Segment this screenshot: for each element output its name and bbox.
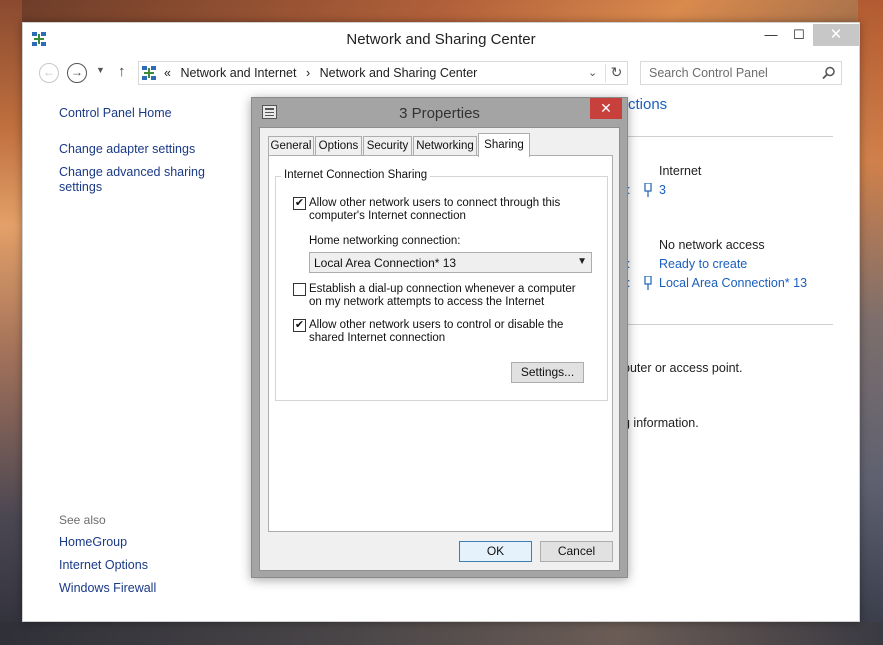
breadcrumb-network-sharing-center[interactable]: Network and Sharing Center [320,66,478,80]
search-icon[interactable] [822,66,836,80]
see-also-internet-options[interactable]: Internet Options [59,558,148,573]
allow-connect-checkbox[interactable]: ✔ [293,197,306,210]
active-networks-heading: ctions [628,96,668,113]
back-button[interactable]: ← [39,63,59,83]
refresh-button[interactable]: ↻ [605,64,627,82]
home-network-value: Local Area Connection* 13 [314,256,457,270]
arrow-up-icon: ↑ [118,63,126,80]
homegroup-ready-link[interactable]: Ready to create [659,257,747,271]
setup-connection-description: puter or access point. [623,361,743,375]
divider [628,324,833,325]
allow-control-label: Allow other network users to control or … [309,319,564,344]
see-also-windows-firewall[interactable]: Windows Firewall [59,581,156,596]
address-history-dropdown[interactable]: ⌄ [588,66,597,79]
see-also-heading: See also [59,513,106,527]
address-bar[interactable]: « Network and Internet › Network and Sha… [138,61,628,85]
window-title: Network and Sharing Center [346,31,536,48]
sidebar-item-change-advanced-sharing[interactable]: Change advanced sharing settings [59,165,209,195]
home-network-label: Home networking connection: [309,235,461,247]
tab-options[interactable]: Options [315,136,362,156]
allow-control-checkbox[interactable]: ✔ [293,319,306,332]
desktop-wallpaper-bottom [0,622,883,645]
group-title: Internet Connection Sharing [281,169,431,181]
network1-connection-link[interactable]: 3 [659,183,666,197]
close-icon: ✕ [600,100,612,116]
dialog-title: 3 Properties [399,105,480,122]
home-network-select[interactable]: Local Area Connection* 13 ▼ [309,252,592,273]
maximize-button[interactable]: ☐ [785,24,813,46]
desktop-wallpaper-left [0,0,22,645]
recent-locations-button[interactable]: ▼ [96,65,105,75]
search-box [640,61,842,85]
breadcrumb-arrow-icon[interactable]: › [306,66,310,80]
desktop-wallpaper-right [858,0,883,645]
network1-access-type: Internet [659,164,702,178]
ok-button[interactable]: OK [459,541,532,562]
divider [628,136,833,137]
dialup-checkbox[interactable] [293,283,306,296]
arrow-right-icon: → [71,65,83,79]
close-button[interactable]: ✕ [813,24,859,46]
breadcrumb-network-and-internet[interactable]: Network and Internet [180,66,296,80]
network-icon [142,66,156,80]
tab-networking[interactable]: Networking [413,136,477,156]
search-input[interactable] [641,62,816,84]
chevron-down-icon: ⌄ [588,67,598,79]
tab-security[interactable]: Security [363,136,412,156]
internet-connection-sharing-group: Internet Connection Sharing ✔ Allow othe… [275,169,608,401]
ethernet-icon [644,183,652,197]
breadcrumb: « Network and Internet › Network and Sha… [164,66,483,80]
dialog-body: General Options Security Networking Shar… [259,127,620,571]
troubleshoot-description: g information. [623,416,699,430]
see-also-homegroup[interactable]: HomeGroup [59,535,127,550]
dialog-close-button[interactable]: ✕ [590,98,622,119]
chevron-down-icon: ▼ [577,256,587,267]
sharing-tab-panel: Internet Connection Sharing ✔ Allow othe… [268,155,613,532]
cancel-button[interactable]: Cancel [540,541,613,562]
arrow-left-icon: ← [43,65,55,79]
properties-dialog: 3 Properties ✕ General Options Security … [251,97,628,578]
navigation-bar: ← → ▼ ↑ « Network and Internet › Network… [23,61,859,87]
tab-sharing[interactable]: Sharing [478,133,530,157]
settings-button[interactable]: Settings... [511,362,584,383]
minimize-button[interactable]: — [757,24,785,46]
refresh-icon: ↻ [610,64,623,80]
sidebar-item-control-panel-home[interactable]: Control Panel Home [59,106,172,121]
allow-connect-label: Allow other network users to connect thr… [309,197,561,222]
ethernet-icon [644,276,652,290]
up-button[interactable]: ↑ [118,63,126,80]
sidebar-item-change-adapter-settings[interactable]: Change adapter settings [59,142,195,157]
network2-access-type: No network access [659,238,765,252]
dialup-label: Establish a dial-up connection whenever … [309,283,576,308]
chevron-down-icon: ▼ [96,65,105,75]
forward-button[interactable]: → [67,63,87,83]
network2-connection-link[interactable]: Local Area Connection* 13 [659,276,807,290]
tab-general[interactable]: General [268,136,314,156]
breadcrumb-overflow[interactable]: « [164,66,171,80]
window-titlebar: Network and Sharing Center — ☐ ✕ [23,23,859,55]
